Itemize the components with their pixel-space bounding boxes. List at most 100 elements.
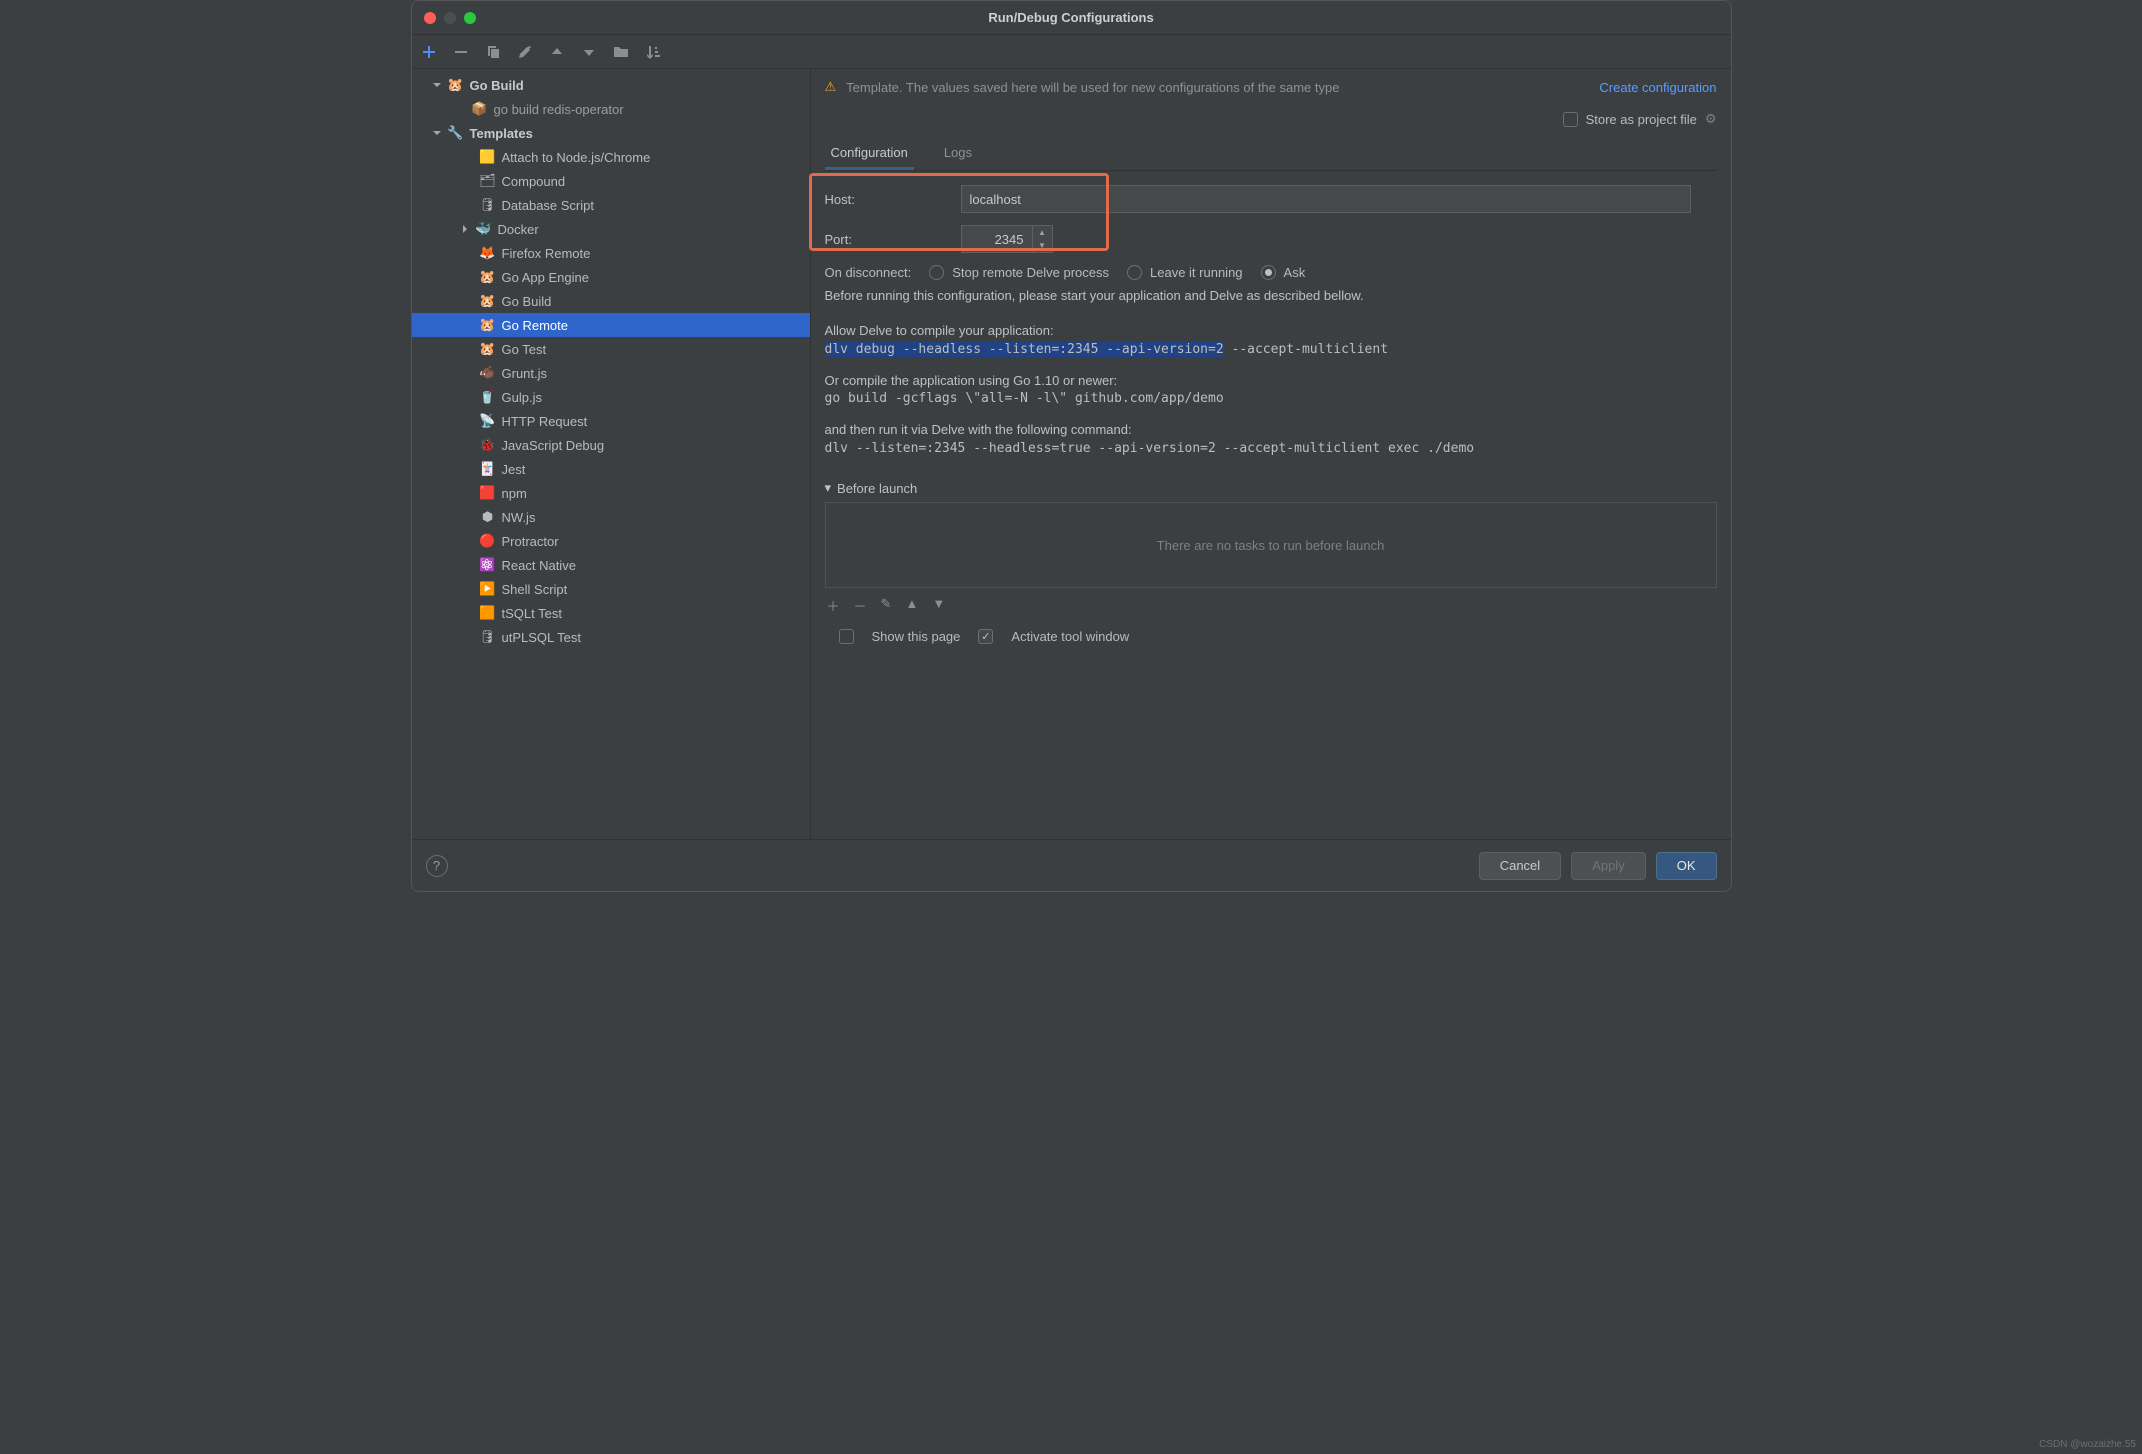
tree-item-compound[interactable]: 🗂Compound [412,169,810,193]
tree-item-react-native[interactable]: ⚛️React Native [412,553,810,577]
run-debug-dialog: Run/Debug Configurations 🐹 Go Build 📦 go… [411,0,1732,892]
store-project-checkbox[interactable] [1563,112,1578,127]
go-icon: 🐹 [480,269,496,285]
docker-icon: 🐳 [476,221,492,237]
cancel-button[interactable]: Cancel [1479,852,1561,880]
tree-item-docker[interactable]: 🐳Docker [412,217,810,241]
move-task-down-button[interactable]: ▼ [932,596,945,615]
disconnect-row: On disconnect: Stop remote Delve process… [825,259,1717,286]
tree-item-attach-node[interactable]: 🟨Attach to Node.js/Chrome [412,145,810,169]
remove-task-button[interactable]: － [854,596,867,615]
radio-icon [1127,265,1142,280]
warning-icon: ⚠ [825,79,837,95]
tree-item-firefox-remote[interactable]: 🦊Firefox Remote [412,241,810,265]
tree-item-go-test[interactable]: 🐹Go Test [412,337,810,361]
create-configuration-link[interactable]: Create configuration [1599,80,1716,95]
tab-logs[interactable]: Logs [938,137,978,170]
gulp-icon: 🥤 [480,389,496,405]
go-icon: 🐹 [448,77,464,93]
run-config-icon: 📦 [472,101,488,117]
before-launch-toolbar: ＋ － ✎ ▲ ▼ [825,588,1717,623]
radio-ask[interactable]: Ask [1261,265,1306,280]
tree-node-go-build-group[interactable]: 🐹 Go Build [412,73,810,97]
tree-item-go-app-engine[interactable]: 🐹Go App Engine [412,265,810,289]
window-controls [424,12,476,24]
radio-icon [929,265,944,280]
tree-item-database-script[interactable]: 🛢Database Script [412,193,810,217]
add-config-button[interactable] [420,43,438,61]
tsqlt-icon: 🟧 [480,605,496,621]
tree-label: Go Build [470,78,524,93]
tree-node-go-build-redis[interactable]: 📦 go build redis-operator [412,97,810,121]
titlebar: Run/Debug Configurations [412,1,1731,35]
config-main-panel: ⚠ Template. The values saved here will b… [810,69,1731,839]
tree-item-http-request[interactable]: 📡HTTP Request [412,409,810,433]
config-form: Host: Port: ▲▼ On disconnect: Stop remot… [811,171,1731,464]
radio-stop[interactable]: Stop remote Delve process [929,265,1109,280]
before-launch-section: ▾ Before launch There are no tasks to ru… [825,474,1717,650]
sort-button[interactable] [644,43,662,61]
copy-config-button[interactable] [484,43,502,61]
utplsql-icon: 🛢 [480,629,496,645]
ok-button[interactable]: OK [1656,852,1717,880]
edit-defaults-button[interactable] [516,43,534,61]
nodejs-icon: 🟨 [480,149,496,165]
remove-config-button[interactable] [452,43,470,61]
chevron-down-icon [432,80,446,90]
port-spinner[interactable]: ▲▼ [1033,225,1053,253]
tree-item-go-remote[interactable]: 🐹Go Remote [412,313,810,337]
help-before-running: Before running this configuration, pleas… [825,286,1717,307]
tree-item-js-debug[interactable]: 🐞JavaScript Debug [412,433,810,457]
host-input[interactable] [961,185,1691,213]
gear-icon[interactable]: ⚙ [1705,111,1717,127]
before-launch-header[interactable]: ▾ Before launch [825,474,1717,502]
tree-item-utplsql[interactable]: 🛢utPLSQL Test [412,625,810,649]
move-up-button[interactable] [548,43,566,61]
folder-button[interactable] [612,43,630,61]
close-window-button[interactable] [424,12,436,24]
port-label: Port: [825,232,961,247]
npm-icon: 🟥 [480,485,496,501]
move-down-button[interactable] [580,43,598,61]
tree-item-nwjs[interactable]: ⬢NW.js [412,505,810,529]
shell-icon: ▶️ [480,581,496,597]
config-tabs: Configuration Logs [811,137,1731,170]
spinner-down-icon[interactable]: ▼ [1033,239,1052,252]
radio-leave[interactable]: Leave it running [1127,265,1243,280]
tree-item-tsqlt[interactable]: 🟧tSQLt Test [412,601,810,625]
react-icon: ⚛️ [480,557,496,573]
cmd-dlv-exec: dlv --listen=:2345 --headless=true --api… [825,441,1717,456]
port-input[interactable] [961,225,1033,253]
banner-text: Template. The values saved here will be … [846,80,1589,95]
config-tree[interactable]: 🐹 Go Build 📦 go build redis-operator 🔧 T… [412,69,810,839]
tree-item-jest[interactable]: 🃏Jest [412,457,810,481]
show-page-checkbox[interactable] [839,629,854,644]
add-task-button[interactable]: ＋ [827,596,840,615]
move-task-up-button[interactable]: ▲ [905,596,918,615]
tree-item-shell-script[interactable]: ▶️Shell Script [412,577,810,601]
tab-configuration[interactable]: Configuration [825,137,914,170]
tree-item-gulp[interactable]: 🥤Gulp.js [412,385,810,409]
store-row: Store as project file ⚙ [811,105,1731,137]
tree-item-protractor[interactable]: 🔴Protractor [412,529,810,553]
tree-label: Templates [470,126,533,141]
spinner-up-icon[interactable]: ▲ [1033,226,1052,239]
before-launch-empty: There are no tasks to run before launch [1157,538,1385,553]
maximize-window-button[interactable] [464,12,476,24]
config-toolbar [412,35,1731,69]
activate-tool-checkbox[interactable] [978,629,993,644]
edit-task-button[interactable]: ✎ [881,596,892,615]
tree-item-npm[interactable]: 🟥npm [412,481,810,505]
tree-item-grunt[interactable]: 🐗Grunt.js [412,361,810,385]
host-label: Host: [825,192,961,207]
dialog-footer: ? Cancel Apply OK [412,839,1731,891]
apply-button[interactable]: Apply [1571,852,1646,880]
compound-icon: 🗂 [480,173,496,189]
nwjs-icon: ⬢ [480,509,496,525]
tree-node-templates[interactable]: 🔧 Templates [412,121,810,145]
go-remote-icon: 🐹 [480,317,496,333]
tree-item-go-build[interactable]: 🐹Go Build [412,289,810,313]
minimize-window-button[interactable] [444,12,456,24]
chevron-right-icon [460,224,474,234]
help-button[interactable]: ? [426,855,448,877]
